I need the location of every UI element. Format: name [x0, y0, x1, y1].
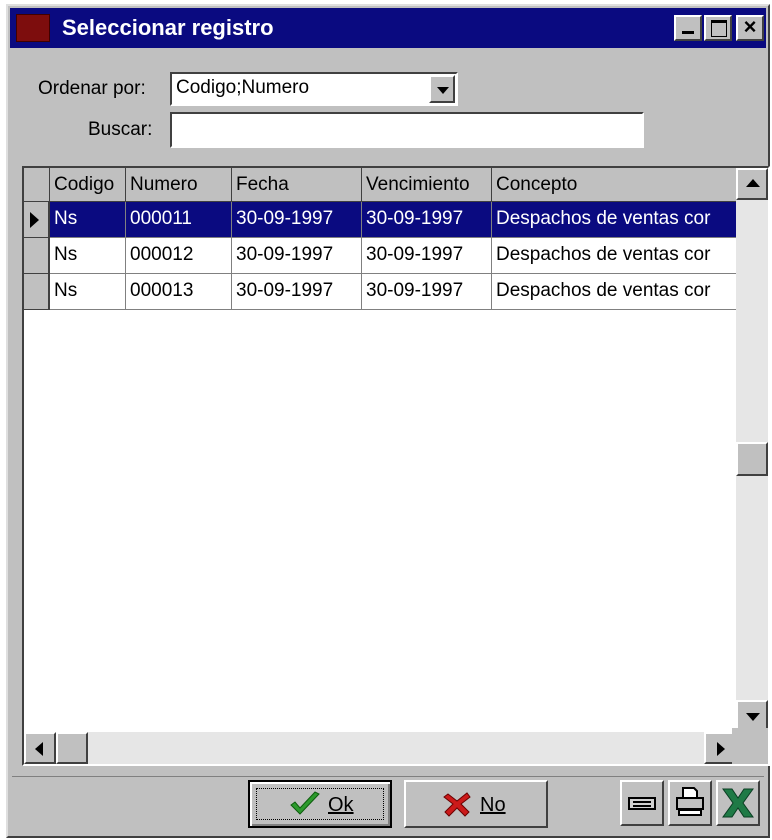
printer-icon	[676, 787, 704, 816]
cell-numero: 000012	[126, 238, 232, 274]
no-label: No	[480, 794, 506, 816]
cell-concepto: Despachos de ventas cor	[492, 202, 740, 238]
close-button[interactable]: ×	[736, 14, 764, 41]
cell-codigo: Ns	[50, 202, 126, 238]
cell-vencimiento: 30-09-1997	[362, 274, 492, 310]
cell-codigo: Ns	[50, 274, 126, 310]
horizontal-scrollbar[interactable]	[24, 732, 736, 764]
cell-concepto: Despachos de ventas cor	[492, 238, 740, 274]
maximize-button[interactable]	[704, 15, 732, 41]
cross-icon	[443, 792, 471, 817]
select-record-window: Seleccionar registro × Ordenar por: Codi…	[6, 4, 770, 838]
ok-label: Ok	[328, 794, 354, 816]
divider	[12, 776, 764, 777]
cell-fecha: 30-09-1997	[232, 202, 362, 238]
cell-numero: 000011	[126, 202, 232, 238]
no-button[interactable]: No	[404, 780, 548, 828]
grid-corner-header	[24, 168, 50, 202]
cell-vencimiento: 30-09-1997	[362, 238, 492, 274]
minimize-button[interactable]	[674, 15, 702, 41]
vertical-scrollbar[interactable]	[736, 168, 768, 732]
excel-icon	[722, 788, 754, 818]
cell-fecha: 30-09-1997	[232, 238, 362, 274]
table-row[interactable]: Ns 000011 30-09-1997 30-09-1997 Despacho…	[24, 202, 740, 238]
cell-codigo: Ns	[50, 238, 126, 274]
title-bar[interactable]: Seleccionar registro ×	[10, 8, 766, 48]
column-header-concepto[interactable]: Concepto	[492, 168, 740, 202]
search-label: Buscar:	[88, 119, 153, 140]
scroll-left-icon[interactable]	[24, 732, 56, 764]
column-header-numero[interactable]: Numero	[126, 168, 232, 202]
table-row[interactable]: Ns 000013 30-09-1997 30-09-1997 Despacho…	[24, 274, 740, 310]
cell-vencimiento: 30-09-1997	[362, 202, 492, 238]
order-by-label: Ordenar por:	[38, 78, 146, 99]
scroll-up-icon[interactable]	[736, 168, 768, 200]
dropdown-arrow-icon[interactable]	[429, 75, 455, 103]
order-by-value: Codigo;Numero	[176, 77, 310, 98]
cell-concepto: Despachos de ventas cor	[492, 274, 740, 310]
row-indicator	[24, 238, 50, 274]
horizontal-scroll-thumb[interactable]	[56, 732, 88, 764]
vertical-scroll-thumb[interactable]	[736, 442, 768, 476]
column-header-codigo[interactable]: Codigo	[50, 168, 126, 202]
scrollbar-corner	[732, 728, 768, 764]
window-title: Seleccionar registro	[62, 15, 274, 40]
column-header-fecha[interactable]: Fecha	[232, 168, 362, 202]
excel-export-button[interactable]	[716, 780, 760, 826]
current-row-indicator-icon	[24, 202, 50, 238]
keyboard-button[interactable]	[620, 780, 664, 826]
records-grid[interactable]: Codigo Numero Fecha Vencimiento Concepto…	[22, 166, 770, 766]
keyboard-icon	[628, 797, 656, 810]
order-by-select[interactable]: Codigo;Numero	[170, 72, 458, 106]
table-row[interactable]: Ns 000012 30-09-1997 30-09-1997 Despacho…	[24, 238, 740, 274]
ok-button[interactable]: Ok	[248, 780, 392, 828]
print-button[interactable]	[668, 780, 712, 826]
app-icon	[16, 14, 50, 42]
cell-fecha: 30-09-1997	[232, 274, 362, 310]
column-header-vencimiento[interactable]: Vencimiento	[362, 168, 492, 202]
row-indicator	[24, 274, 50, 310]
search-input[interactable]	[170, 112, 644, 148]
checkmark-icon	[290, 791, 320, 815]
cell-numero: 000013	[126, 274, 232, 310]
close-icon: ×	[743, 14, 757, 39]
